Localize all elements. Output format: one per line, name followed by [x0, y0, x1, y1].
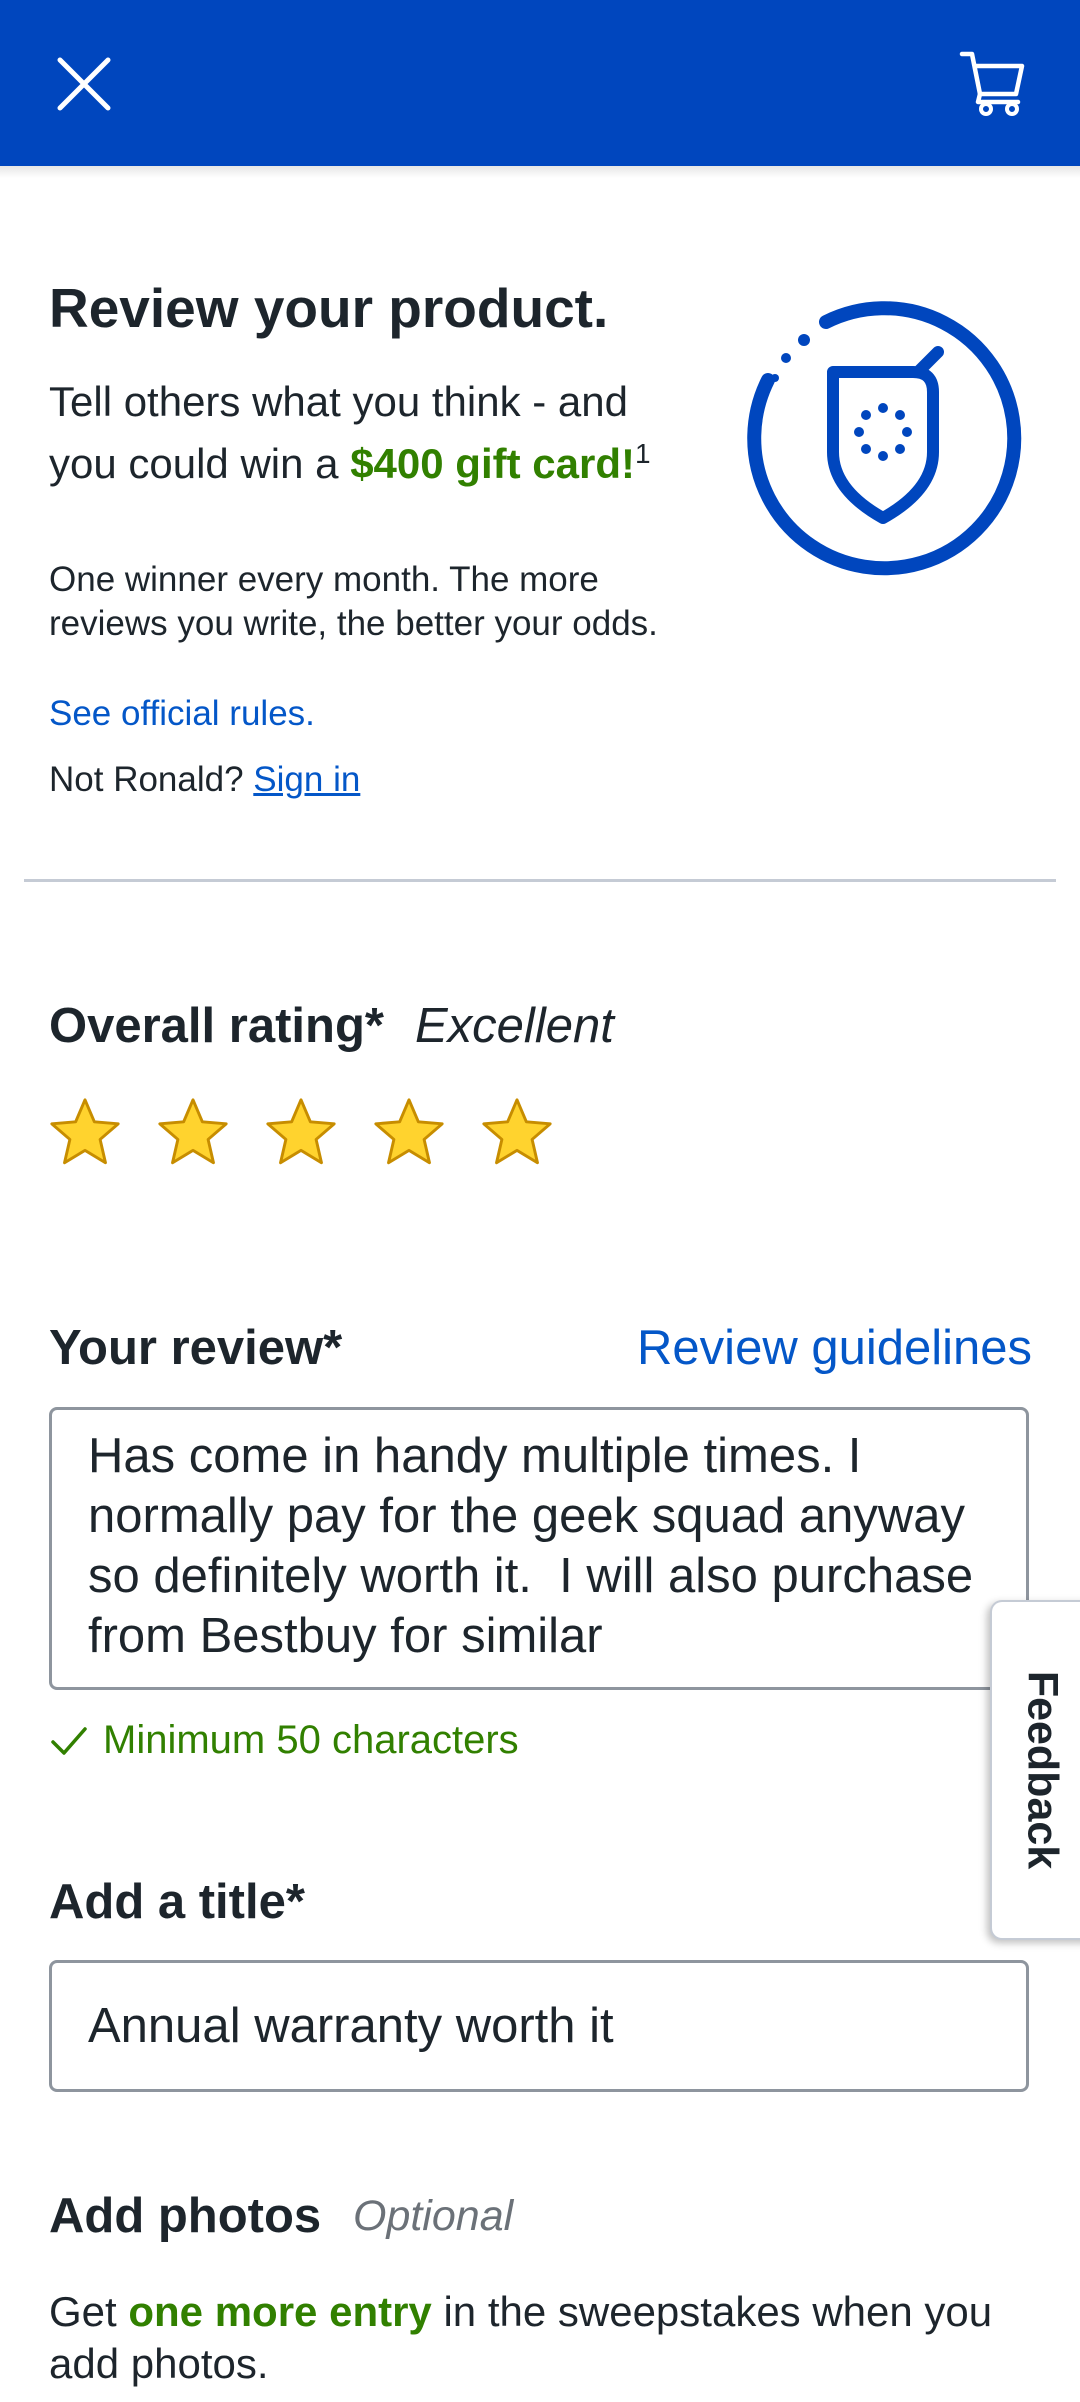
rating-value-text: Excellent	[415, 999, 614, 1053]
star-5-icon[interactable]	[478, 1094, 556, 1172]
checkmark-icon	[51, 1726, 87, 1755]
promo-highlight: $400 gift card!	[350, 440, 635, 487]
not-user-text: Not Ronald?	[49, 760, 254, 799]
promo-footnote: 1	[634, 438, 651, 469]
sign-in-link[interactable]: Sign in	[253, 760, 360, 799]
photos-optional-label: Optional	[353, 2192, 514, 2240]
feedback-tab[interactable]: Feedback	[990, 1600, 1080, 1940]
star-rating	[46, 1094, 556, 1174]
photos-highlight: one more entry	[128, 2288, 432, 2335]
title-input[interactable]: Annual warranty worth it	[49, 1960, 1029, 2092]
cart-icon[interactable]	[958, 46, 1030, 118]
account-prompt: Not Ronald? Sign in	[49, 760, 360, 800]
star-3-icon[interactable]	[262, 1094, 340, 1172]
header-shadow	[0, 166, 1080, 178]
validation-text: Minimum 50 characters	[103, 1718, 519, 1762]
section-divider	[24, 879, 1056, 882]
photos-label: Add photos	[49, 2189, 322, 2243]
sweepstakes-details: One winner every month. The more reviews…	[49, 560, 658, 643]
title-label: Add a title*	[49, 1875, 305, 1929]
photos-description: Get one more entry in the sweepstakes wh…	[49, 2286, 1049, 2390]
review-guidelines-link[interactable]: Review guidelines	[637, 1320, 1032, 1376]
feedback-label: Feedback	[1018, 1670, 1067, 1870]
page-title: Review your product.	[49, 277, 609, 339]
star-1-icon[interactable]	[46, 1094, 124, 1172]
shield-badge-icon	[747, 301, 1022, 576]
review-validation: Minimum 50 characters	[49, 1718, 519, 1763]
photos-text-start: Get	[49, 2288, 129, 2335]
review-label: Your review*	[49, 1321, 343, 1375]
official-rules-link[interactable]: See official rules.	[49, 694, 315, 734]
top-app-bar	[0, 0, 1080, 166]
rating-label: Overall rating*	[49, 999, 384, 1053]
star-2-icon[interactable]	[154, 1094, 232, 1172]
review-textarea[interactable]: Has come in handy multiple times. I norm…	[49, 1407, 1029, 1690]
star-4-icon[interactable]	[370, 1094, 448, 1172]
close-icon[interactable]	[52, 52, 116, 116]
promo-text: Tell others what you think - and you cou…	[49, 376, 689, 490]
